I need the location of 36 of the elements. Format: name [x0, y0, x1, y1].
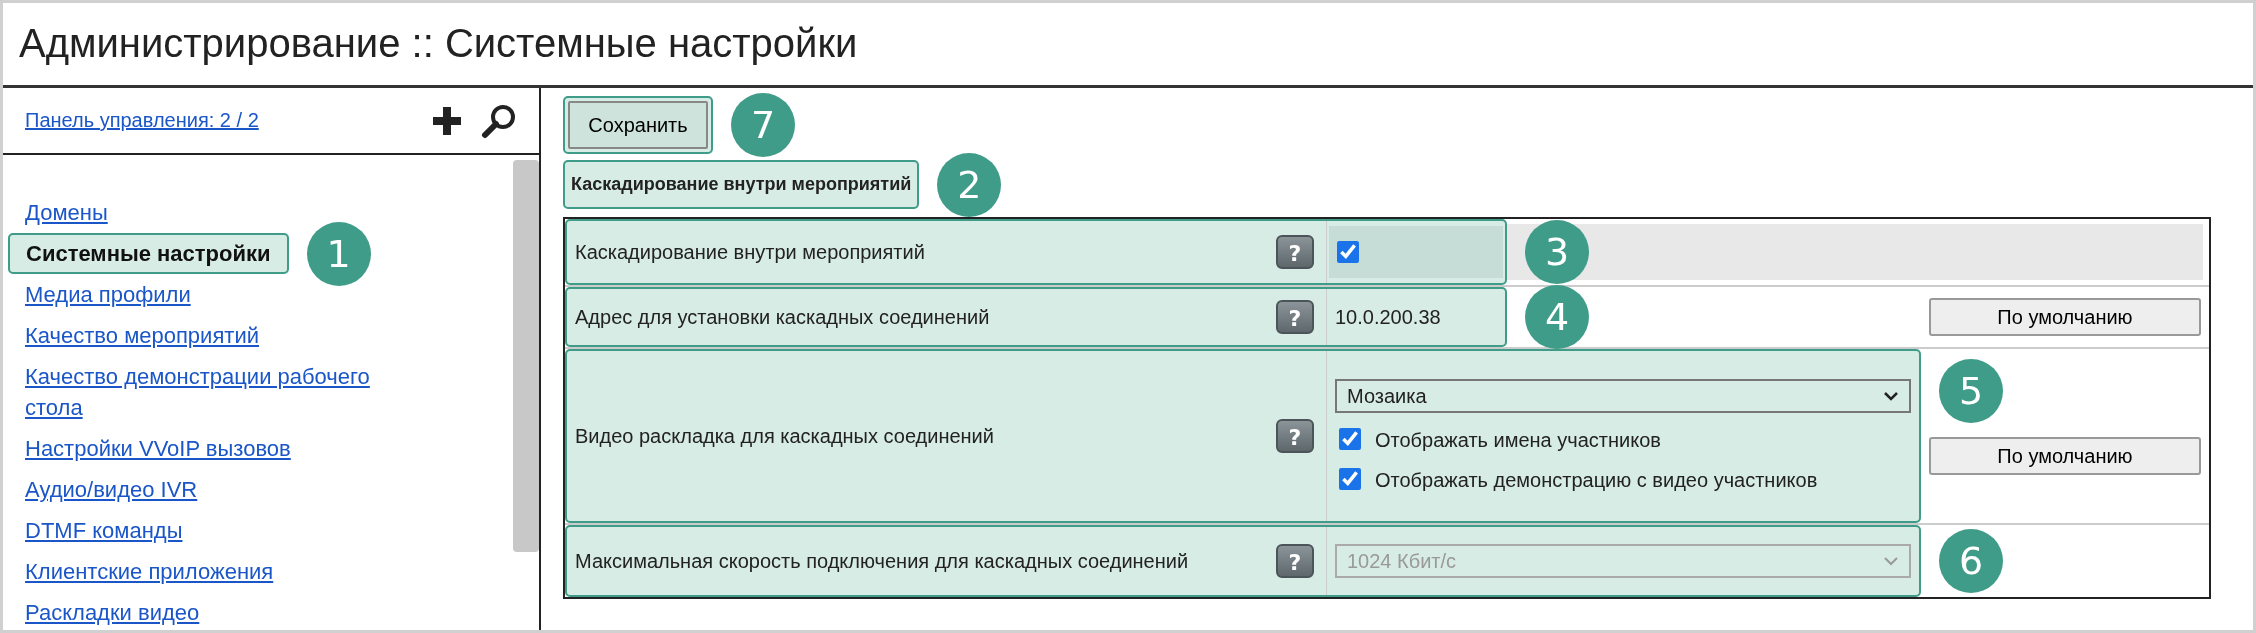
sidebar-item[interactable]: Настройки VVoIP вызовов [25, 433, 291, 464]
sidebar-item[interactable]: Качество мероприятий [25, 320, 259, 351]
setting-label: Адрес для установки каскадных соединений [575, 304, 991, 330]
checkbox-label: Отображать демонстрацию с видео участников [1375, 469, 1818, 491]
page-title: Администрирование :: Системные настройки [3, 3, 2253, 88]
checkbox[interactable] [1337, 241, 1359, 263]
sidebar-item[interactable]: Клиентские приложения [25, 556, 274, 587]
layout-select[interactable]: Мозаика [1335, 379, 1911, 413]
callout-number: 2 [937, 152, 1002, 217]
callout-number: 5 [1939, 359, 2003, 423]
scrollbar[interactable] [513, 160, 539, 552]
callout-number: 7 [731, 93, 795, 157]
callout-number: 1 [306, 221, 371, 286]
save-button[interactable]: Сохранить [568, 101, 708, 149]
setting-label: Видео раскладка для каскадных соединений [575, 423, 995, 449]
default-button[interactable]: По умолчанию [1929, 437, 2201, 475]
sidebar-item[interactable]: Аудио/видео IVR [25, 474, 198, 505]
help-icon[interactable]: ? [1276, 419, 1314, 453]
search-icon[interactable] [481, 102, 517, 139]
sidebar-item[interactable]: DTMF команды [25, 515, 183, 546]
panel-link[interactable]: Панель управления: 2 / 2 [25, 109, 259, 132]
checkbox[interactable] [1339, 428, 1361, 450]
plus-icon[interactable] [433, 106, 461, 135]
sidebar-item[interactable]: Раскладки видео [25, 597, 200, 628]
help-icon[interactable]: ? [1276, 300, 1314, 334]
checkbox-label: Отображать имена участников [1375, 429, 1661, 451]
setting-value: 10.0.200.38 [1335, 305, 1442, 329]
callout-number: 6 [1939, 529, 2003, 593]
setting-label: Максимальная скорость подключения для каскадных соединений [575, 548, 1190, 574]
chevron-icon[interactable] [1883, 391, 1899, 401]
setting-label: Каскадирование внутри мероприятий [575, 239, 926, 265]
help-icon[interactable]: ? [1276, 235, 1314, 269]
callout-number: 4 [1525, 285, 1589, 349]
checkbox[interactable] [1339, 468, 1361, 490]
sidebar-item[interactable]: Качество демонстрации рабочего стола [25, 361, 375, 423]
default-button[interactable]: По умолчанию [1929, 298, 2201, 336]
